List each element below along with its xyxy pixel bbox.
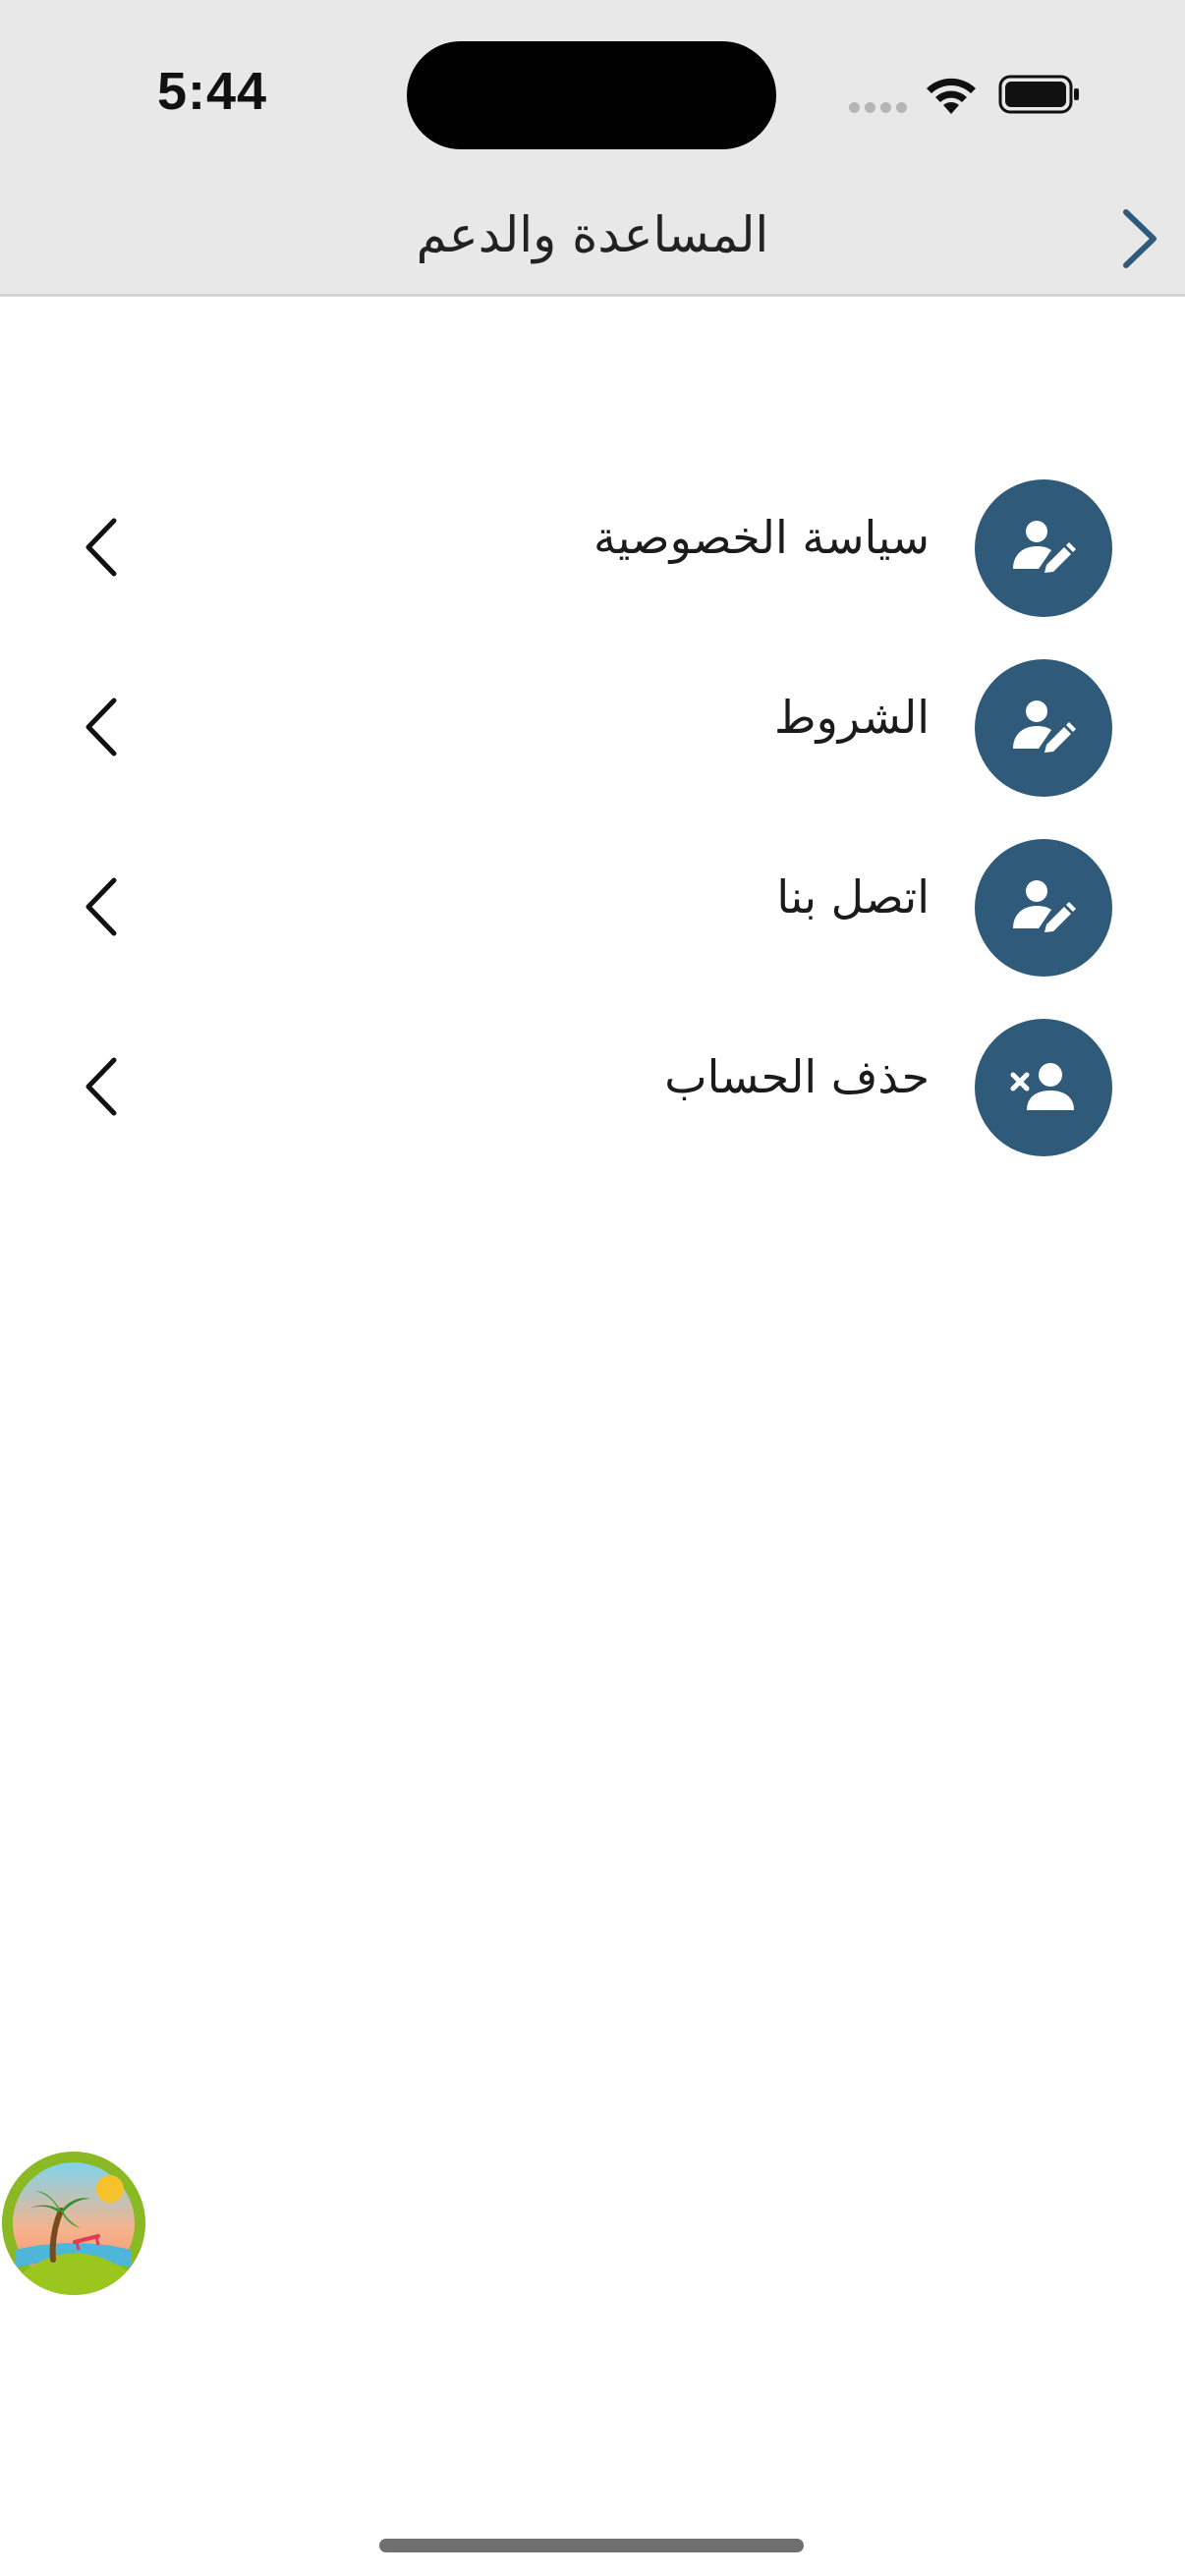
user-edit-icon	[975, 839, 1112, 977]
user-edit-icon	[975, 659, 1112, 797]
user-remove-icon	[975, 1019, 1112, 1156]
chevron-left-icon	[85, 1057, 117, 1116]
dynamic-island	[407, 41, 776, 149]
home-indicator[interactable]	[379, 2539, 804, 2552]
beach-palm-logo-icon[interactable]	[2, 2152, 145, 2295]
chevron-left-icon	[85, 877, 117, 936]
menu-item-privacy-policy[interactable]: سياسة الخصوصية	[0, 472, 1185, 619]
help-support-screen: 5:44 المساعدة والدعم سياسة الخصوصية الشر…	[0, 0, 1185, 2576]
cellular-signal-icon	[849, 102, 908, 116]
menu-item-delete-account[interactable]: حذف الحساب	[0, 1011, 1185, 1158]
user-edit-icon	[975, 479, 1112, 617]
chevron-left-icon	[85, 698, 117, 756]
top-bar: 5:44 المساعدة والدعم	[0, 0, 1185, 297]
menu-item-label: اتصل بنا	[776, 870, 930, 924]
menu-item-terms[interactable]: الشروط	[0, 651, 1185, 799]
battery-icon	[998, 75, 1079, 114]
page-title: المساعدة والدعم	[416, 206, 769, 263]
menu-item-label: الشروط	[774, 691, 930, 744]
chevron-left-icon	[85, 518, 117, 577]
menu-item-label: حذف الحساب	[664, 1050, 930, 1103]
menu-item-label: سياسة الخصوصية	[592, 511, 930, 564]
back-chevron-icon[interactable]	[1118, 206, 1161, 271]
menu-item-contact-us[interactable]: اتصل بنا	[0, 831, 1185, 979]
status-time: 5:44	[157, 62, 268, 121]
wifi-icon	[927, 78, 976, 114]
